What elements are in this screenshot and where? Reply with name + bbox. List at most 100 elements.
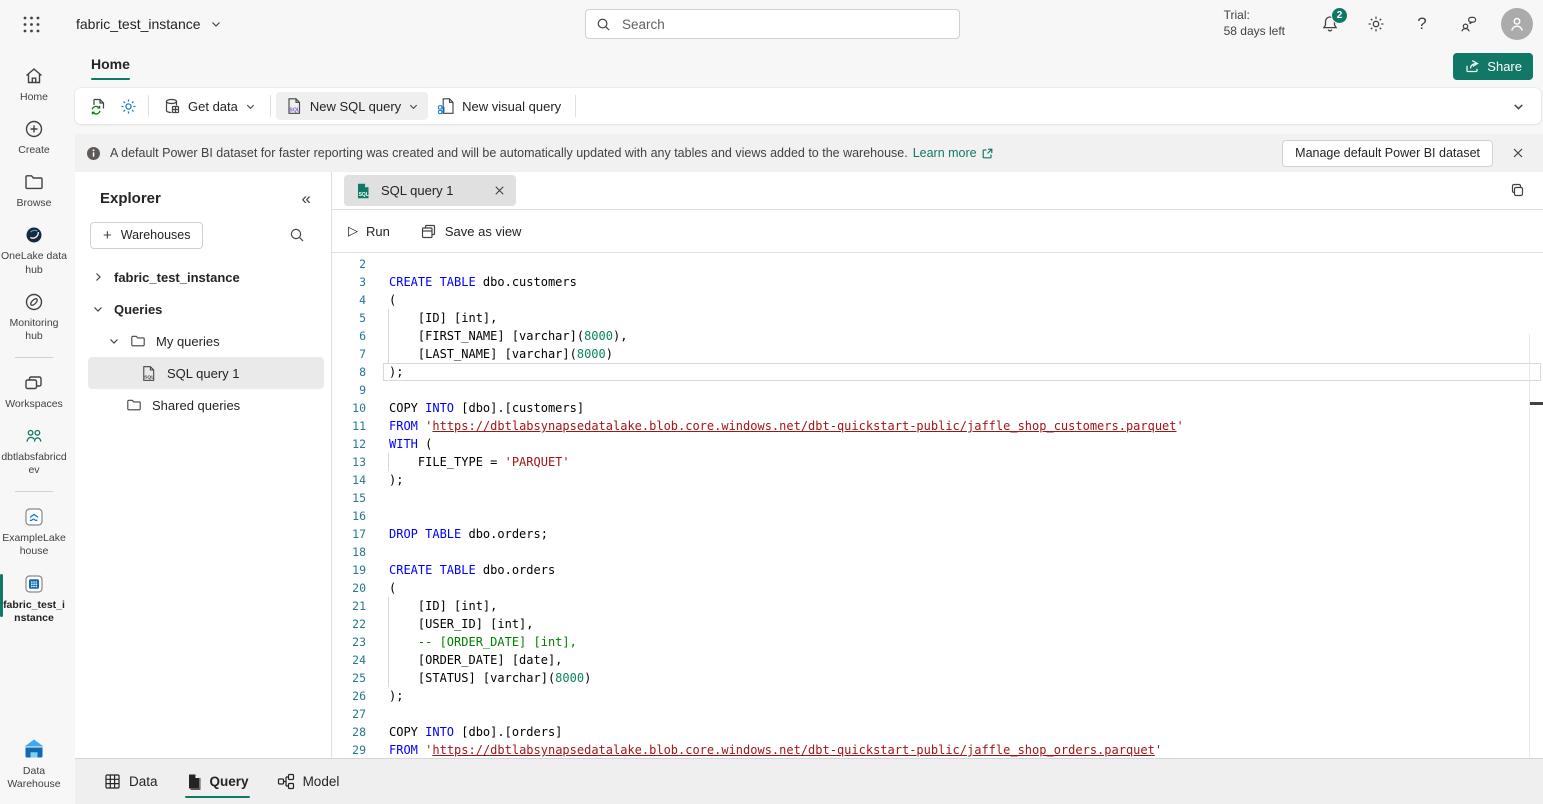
chevron-right-icon[interactable] [92,271,104,283]
tree-item-warehouse[interactable]: fabric_test_instance [75,261,331,293]
tree-item-my-queries[interactable]: My queries [75,325,331,357]
code-line[interactable]: 6 [FIRST_NAME] [varchar](8000), [332,327,1543,345]
get-data-button[interactable]: Get data [154,92,265,120]
code-line[interactable]: 9 [332,381,1543,399]
tree-item-shared-queries[interactable]: Shared queries [75,389,331,421]
code-line[interactable]: 7 [LAST_NAME] [varchar](8000) [332,345,1543,363]
settings-toolbar-button[interactable] [113,92,143,120]
code-lines: 23CREATE TABLE dbo.customers4(5 [ID] [in… [332,255,1543,758]
query-tab[interactable]: SQL SQL query 1 [344,175,516,206]
code-line[interactable]: 18 [332,543,1543,561]
tab-home[interactable]: Home [83,52,138,80]
indent-guide [388,309,389,327]
refresh-semantic-model-button[interactable] [83,92,113,120]
learn-more-link[interactable]: Learn more [913,146,994,160]
explorer-search-icon[interactable] [283,221,311,249]
share-icon [1464,58,1480,74]
rail-item-monitoring-hub[interactable]: Monitoring hub [0,284,68,349]
workspace-switcher[interactable]: fabric_test_instance [76,16,222,32]
code-line[interactable]: 16 [332,507,1543,525]
app-launcher-icon[interactable] [14,7,48,41]
code-line[interactable]: 29FROM 'https://dbtlabsynapsedatalake.bl… [332,741,1543,758]
code-line[interactable]: 19CREATE TABLE dbo.orders [332,561,1543,579]
line-number: 19 [332,561,366,579]
rail-item-onelake-data-hub[interactable]: OneLake data hub [0,217,68,282]
chevron-down-icon[interactable] [92,303,104,315]
collapse-ribbon-chevron[interactable] [1503,100,1533,113]
tab-query[interactable]: Query [175,759,260,804]
line-number: 5 [332,309,366,327]
chevron-down-icon [210,18,222,30]
banner-close-button[interactable] [1505,140,1531,166]
sql-code-editor[interactable]: 23CREATE TABLE dbo.customers4(5 [ID] [in… [332,253,1543,758]
search-input[interactable] [620,16,949,33]
rail-item-fabric-test-instance[interactable]: fabric_test_instance [0,566,68,631]
code-line[interactable]: 15 [332,489,1543,507]
code-line[interactable]: 5 [ID] [int], [332,309,1543,327]
query-tab-strip: SQL SQL query 1 [332,172,1543,210]
editor-scrollbar[interactable] [1529,334,1543,758]
rail-item-create[interactable]: Create [0,111,68,163]
new-visual-query-button[interactable]: New visual query [428,92,570,120]
code-line[interactable]: 13 FILE_TYPE = 'PARQUET' [332,453,1543,471]
code-line[interactable]: 2 [332,255,1543,273]
code-line[interactable]: 14); [332,471,1543,489]
rail-item-home[interactable]: Home [0,58,68,110]
line-number: 26 [332,687,366,705]
collapse-pane-icon[interactable]: « [302,190,311,207]
rail-item-label: fabric_test_instance [1,599,67,625]
code-line[interactable]: 25 [STATUS] [varchar](8000) [332,669,1543,687]
explorer-panel: Explorer « + Warehouses [75,172,332,758]
indent-guide [388,597,389,615]
workspace-icon [23,425,45,447]
onelake-icon [23,224,45,246]
code-line[interactable]: 27 [332,705,1543,723]
code-line[interactable]: 12WITH ( [332,435,1543,453]
help-button[interactable]: ? [1405,7,1439,41]
code-line[interactable]: 10COPY INTO [dbo].[customers] [332,399,1543,417]
line-code: DROP TABLE dbo.orders; [366,525,1543,543]
code-line[interactable]: 3CREATE TABLE dbo.customers [332,273,1543,291]
code-line[interactable]: 28COPY INTO [dbo].[orders] [332,723,1543,741]
settings-button[interactable] [1359,7,1393,41]
code-line[interactable]: 24 [ORDER_DATE] [date], [332,651,1543,669]
line-number: 9 [332,381,366,399]
share-button[interactable]: Share [1453,53,1533,80]
global-search[interactable] [585,9,960,39]
rail-item-examplelakehouse[interactable]: ExampleLakehouse [0,499,68,564]
chevron-down-icon[interactable] [108,335,120,347]
new-sql-query-button[interactable]: SQL New SQL query [276,92,428,120]
tab-model[interactable]: Model [266,759,351,804]
code-line[interactable]: 26); [332,687,1543,705]
code-line[interactable]: 22 [USER_ID] [int], [332,615,1543,633]
code-line[interactable]: 20( [332,579,1543,597]
rail-item-workspaces[interactable]: Workspaces [0,365,68,417]
tab-data[interactable]: Data [93,759,169,804]
code-line[interactable]: 11FROM 'https://dbtlabsynapsedatalake.bl… [332,417,1543,435]
new-warehouse-button[interactable]: + Warehouses [90,222,203,249]
line-code [366,543,1543,561]
tree-item-sql-query[interactable]: SQL SQL query 1 [88,357,324,389]
tab-close-button[interactable] [493,184,506,197]
rail-item-dbtlabsfabricdev[interactable]: dbtlabsfabricdev [0,418,68,483]
data-grid-icon [104,773,121,790]
feedback-button[interactable] [1451,7,1485,41]
run-button[interactable]: ▷ Run [338,216,400,246]
rail-item-data-warehouse[interactable]: Data Warehouse [0,730,68,797]
code-line[interactable]: 4( [332,291,1543,309]
code-line[interactable]: 23 -- [ORDER_DATE] [int], [332,633,1543,651]
manage-default-dataset-button[interactable]: Manage default Power BI dataset [1282,140,1493,167]
rail-item-browse[interactable]: Browse [0,164,68,216]
notifications-button[interactable]: 2 [1313,7,1347,41]
tree-item-queries[interactable]: Queries [75,293,331,325]
rail-item-label: Home [1,91,67,104]
line-code [366,489,1543,507]
code-line[interactable]: 21 [ID] [int], [332,597,1543,615]
toolbar-divider [270,95,271,117]
create-icon [23,118,45,140]
code-line[interactable]: 17DROP TABLE dbo.orders; [332,525,1543,543]
copy-icon[interactable] [1503,177,1531,205]
code-line[interactable]: 8); [332,363,1543,381]
account-avatar[interactable] [1501,8,1533,40]
save-as-view-button[interactable]: Save as view [410,216,532,246]
